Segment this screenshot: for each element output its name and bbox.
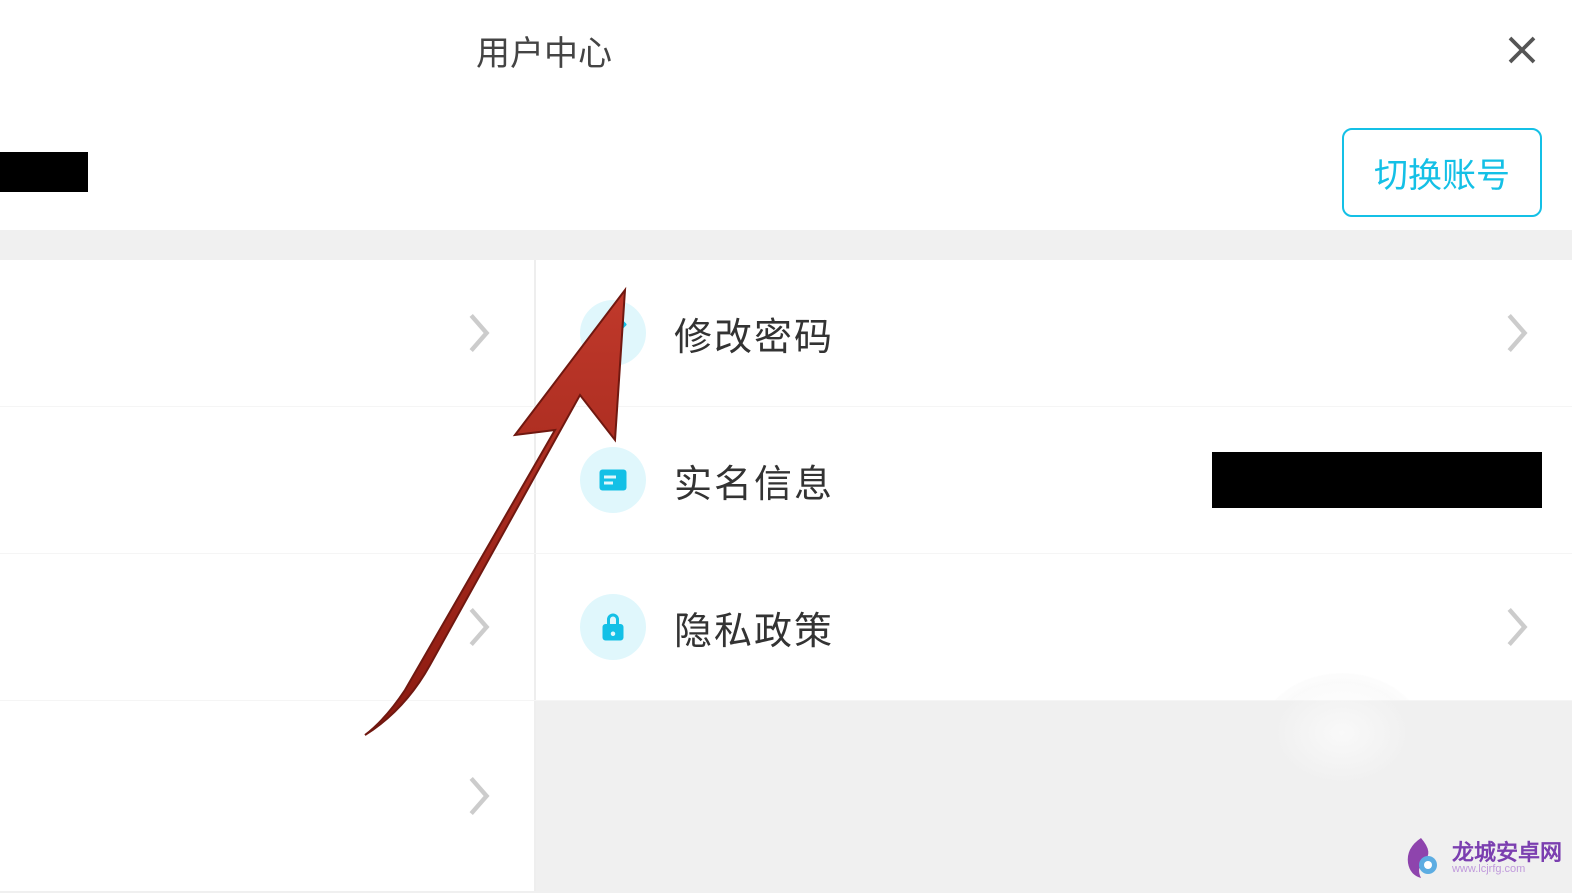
header: 用户中心 — [0, 0, 1572, 100]
pencil-icon — [580, 300, 646, 366]
watermark: 龙城安卓网 www.lcjrfg.com — [1396, 833, 1562, 883]
row-label: 实名信息 — [674, 453, 834, 508]
left-column-item[interactable] — [0, 554, 536, 700]
page-title: 用户中心 — [476, 26, 612, 75]
left-column-item[interactable] — [0, 407, 536, 553]
privacy-policy-item[interactable]: 隐私政策 — [536, 554, 1572, 700]
left-column-item[interactable] — [0, 260, 536, 406]
chevron-right-icon — [466, 605, 494, 649]
redacted-real-name-value — [1212, 452, 1542, 508]
watermark-logo-icon — [1396, 833, 1446, 883]
close-icon — [1504, 32, 1540, 68]
watermark-ghost — [1262, 673, 1422, 793]
chevron-right-icon — [1504, 605, 1532, 649]
left-column-item[interactable] — [0, 701, 536, 891]
row-label: 隐私政策 — [674, 600, 834, 655]
real-name-info-item[interactable]: 实名信息 — [536, 407, 1572, 553]
watermark-brand: 龙城安卓网 — [1452, 842, 1562, 864]
id-card-icon — [580, 447, 646, 513]
row-label: 修改密码 — [674, 306, 834, 361]
switch-account-button[interactable]: 切换账号 — [1342, 128, 1542, 217]
lock-icon — [580, 594, 646, 660]
change-password-item[interactable]: 修改密码 — [536, 260, 1572, 406]
redacted-username — [0, 152, 88, 192]
watermark-url: www.lcjrfg.com — [1452, 864, 1562, 875]
section-gap — [0, 230, 1572, 260]
close-button[interactable] — [1502, 30, 1542, 70]
chevron-right-icon — [466, 774, 494, 818]
list-row: 修改密码 — [0, 260, 1572, 407]
chevron-right-icon — [1504, 311, 1532, 355]
chevron-right-icon — [466, 311, 494, 355]
list-row: 实名信息 — [0, 407, 1572, 554]
account-bar: 切换账号 — [0, 100, 1572, 230]
